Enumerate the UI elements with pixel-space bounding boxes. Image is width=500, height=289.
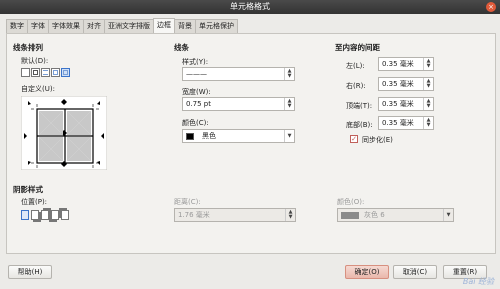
- shadow-top-left-button[interactable]: [61, 210, 69, 220]
- tab-cell-protection[interactable]: 单元格保护: [195, 19, 238, 33]
- padding-bottom-spin-icon[interactable]: ▲ ▼: [423, 117, 433, 129]
- padding-left-spin-icon[interactable]: ▲ ▼: [423, 58, 433, 70]
- preset-outer-inner-button[interactable]: [51, 68, 60, 77]
- padding-left-value: 0.35 毫米: [382, 60, 414, 68]
- width-spin-icon[interactable]: ▲ ▼: [284, 98, 294, 110]
- line-color-dropdown-icon[interactable]: ▼: [284, 130, 294, 142]
- preset-outer-horizontal-button[interactable]: [41, 68, 50, 77]
- position-label: 位置(P):: [21, 198, 48, 206]
- default-presets: [21, 68, 71, 77]
- shadow-position-group: [21, 210, 71, 220]
- padding-right-spin-icon[interactable]: ▲ ▼: [423, 78, 433, 90]
- sync-label: 同步化(E): [362, 136, 393, 144]
- padding-bottom-label: 底部(B):: [346, 121, 373, 129]
- padding-right-label: 右(R):: [346, 82, 366, 90]
- padding-title: 至内容的间距: [335, 43, 380, 52]
- shadow-color-swatch: [341, 211, 359, 219]
- tab-number[interactable]: 数字: [6, 19, 28, 33]
- window-title-bar: 单元格格式: [0, 0, 500, 14]
- default-label: 默认(D):: [21, 57, 49, 65]
- color-swatch: [186, 132, 194, 140]
- shadow-bottom-right-button[interactable]: [31, 210, 39, 220]
- padding-top-input[interactable]: 0.35 毫米 ▲ ▼: [378, 97, 434, 111]
- shadow-title: 阴影样式: [13, 185, 43, 194]
- padding-top-spin-icon[interactable]: ▲ ▼: [423, 98, 433, 110]
- shadow-color-dropdown-icon[interactable]: ▼: [443, 209, 453, 221]
- padding-top-value: 0.35 毫米: [382, 100, 414, 108]
- style-label: 样式(Y):: [182, 58, 209, 66]
- preset-outer-button[interactable]: [31, 68, 40, 77]
- border-preview[interactable]: [21, 96, 107, 170]
- custom-label: 自定义(U):: [21, 85, 55, 93]
- shadow-color-label: 颜色(O):: [337, 198, 365, 206]
- style-select[interactable]: ——— ▲ ▼: [182, 67, 295, 81]
- window-title: 单元格格式: [230, 2, 270, 11]
- ok-button[interactable]: 确定(O): [345, 265, 389, 279]
- style-value: ———: [186, 70, 207, 78]
- tab-asian-typography[interactable]: 亚洲文字排版: [104, 19, 154, 33]
- distance-value: 1.76 毫米: [178, 211, 210, 219]
- tab-alignment[interactable]: 对齐: [83, 19, 105, 33]
- sync-checkbox[interactable]: ✓: [350, 135, 358, 143]
- preset-none-button[interactable]: [21, 68, 30, 77]
- borders-panel: 线条排列 默认(D): 自定义(U): 线条 样式(Y): ——— ▲ ▼ 宽度…: [6, 33, 496, 254]
- line-arrangement-title: 线条排列: [13, 43, 43, 52]
- close-icon[interactable]: ×: [486, 2, 496, 12]
- padding-left-label: 左(L):: [346, 62, 365, 70]
- shadow-top-right-button[interactable]: [41, 210, 49, 220]
- watermark: Bai 经验: [462, 277, 494, 286]
- padding-right-value: 0.35 毫米: [382, 80, 414, 88]
- padding-bottom-input[interactable]: 0.35 毫米 ▲ ▼: [378, 116, 434, 130]
- width-value: 0.75 pt: [186, 100, 211, 108]
- tab-font[interactable]: 字体: [27, 19, 49, 33]
- tab-bar: 数字 字体 字体效果 对齐 亚洲文字排版 边框 背景 单元格保护: [6, 18, 238, 33]
- distance-input[interactable]: 1.76 毫米 ▲ ▼: [174, 208, 296, 222]
- line-color-value: 黑色: [202, 132, 216, 140]
- distance-label: 距离(C):: [174, 198, 201, 206]
- width-input[interactable]: 0.75 pt ▲ ▼: [182, 97, 295, 111]
- shadow-color-select[interactable]: 灰色 6 ▼: [337, 208, 454, 222]
- padding-right-input[interactable]: 0.35 毫米 ▲ ▼: [378, 77, 434, 91]
- line-color-select[interactable]: 黑色 ▼: [182, 129, 295, 143]
- cancel-button[interactable]: 取消(C): [393, 265, 437, 279]
- style-spin-icon[interactable]: ▲ ▼: [284, 68, 294, 80]
- padding-bottom-value: 0.35 毫米: [382, 119, 414, 127]
- shadow-color-value: 灰色 6: [364, 211, 385, 219]
- distance-spin-icon[interactable]: ▲ ▼: [285, 209, 295, 221]
- checkmark-icon: ✓: [351, 135, 357, 143]
- tab-background[interactable]: 背景: [174, 19, 196, 33]
- padding-top-label: 顶端(T):: [346, 102, 373, 110]
- width-label: 宽度(W):: [182, 88, 211, 96]
- help-button[interactable]: 帮助(H): [8, 265, 52, 279]
- shadow-none-button[interactable]: [21, 210, 29, 220]
- tab-font-effects[interactable]: 字体效果: [48, 19, 84, 33]
- shadow-bottom-left-button[interactable]: [51, 210, 59, 220]
- tab-borders[interactable]: 边框: [153, 18, 175, 33]
- line-title: 线条: [174, 43, 189, 52]
- color-label: 颜色(C):: [182, 119, 209, 127]
- padding-left-input[interactable]: 0.35 毫米 ▲ ▼: [378, 57, 434, 71]
- preset-all-button[interactable]: [61, 68, 70, 77]
